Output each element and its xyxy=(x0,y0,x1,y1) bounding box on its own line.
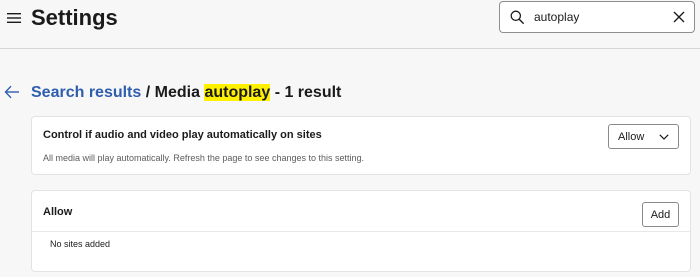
setting-title: Control if audio and video play automati… xyxy=(43,129,322,141)
allow-list-title: Allow xyxy=(43,206,73,218)
autoplay-setting-card: Control if audio and video play automati… xyxy=(31,116,691,175)
chevron-down-icon xyxy=(659,134,669,140)
search-box[interactable] xyxy=(499,1,695,33)
page-title: Settings xyxy=(31,5,118,30)
setting-description: All media will play automatically. Refre… xyxy=(43,153,365,163)
hamburger-menu-icon[interactable] xyxy=(7,12,21,24)
breadcrumb: Search results / Media autoplay - 1 resu… xyxy=(31,82,341,104)
divider xyxy=(32,231,690,232)
search-input[interactable] xyxy=(534,7,654,27)
back-arrow-icon[interactable] xyxy=(4,85,20,99)
add-site-button[interactable]: Add xyxy=(642,202,679,227)
result-count: - 1 result xyxy=(274,84,342,101)
allow-list-card: Allow Add No sites added xyxy=(31,190,691,272)
settings-header: Settings xyxy=(0,0,700,49)
search-results-link[interactable]: Search results xyxy=(31,84,141,101)
dropdown-selected-value: Allow xyxy=(618,131,645,143)
autoplay-dropdown[interactable]: Allow xyxy=(608,124,679,149)
empty-list-message: No sites added xyxy=(50,239,111,249)
breadcrumb-category: Media xyxy=(154,84,200,101)
search-icon xyxy=(510,10,524,24)
close-icon[interactable] xyxy=(673,11,685,23)
breadcrumb-separator: / xyxy=(145,84,151,101)
search-term-highlight: autoplay xyxy=(204,84,271,101)
